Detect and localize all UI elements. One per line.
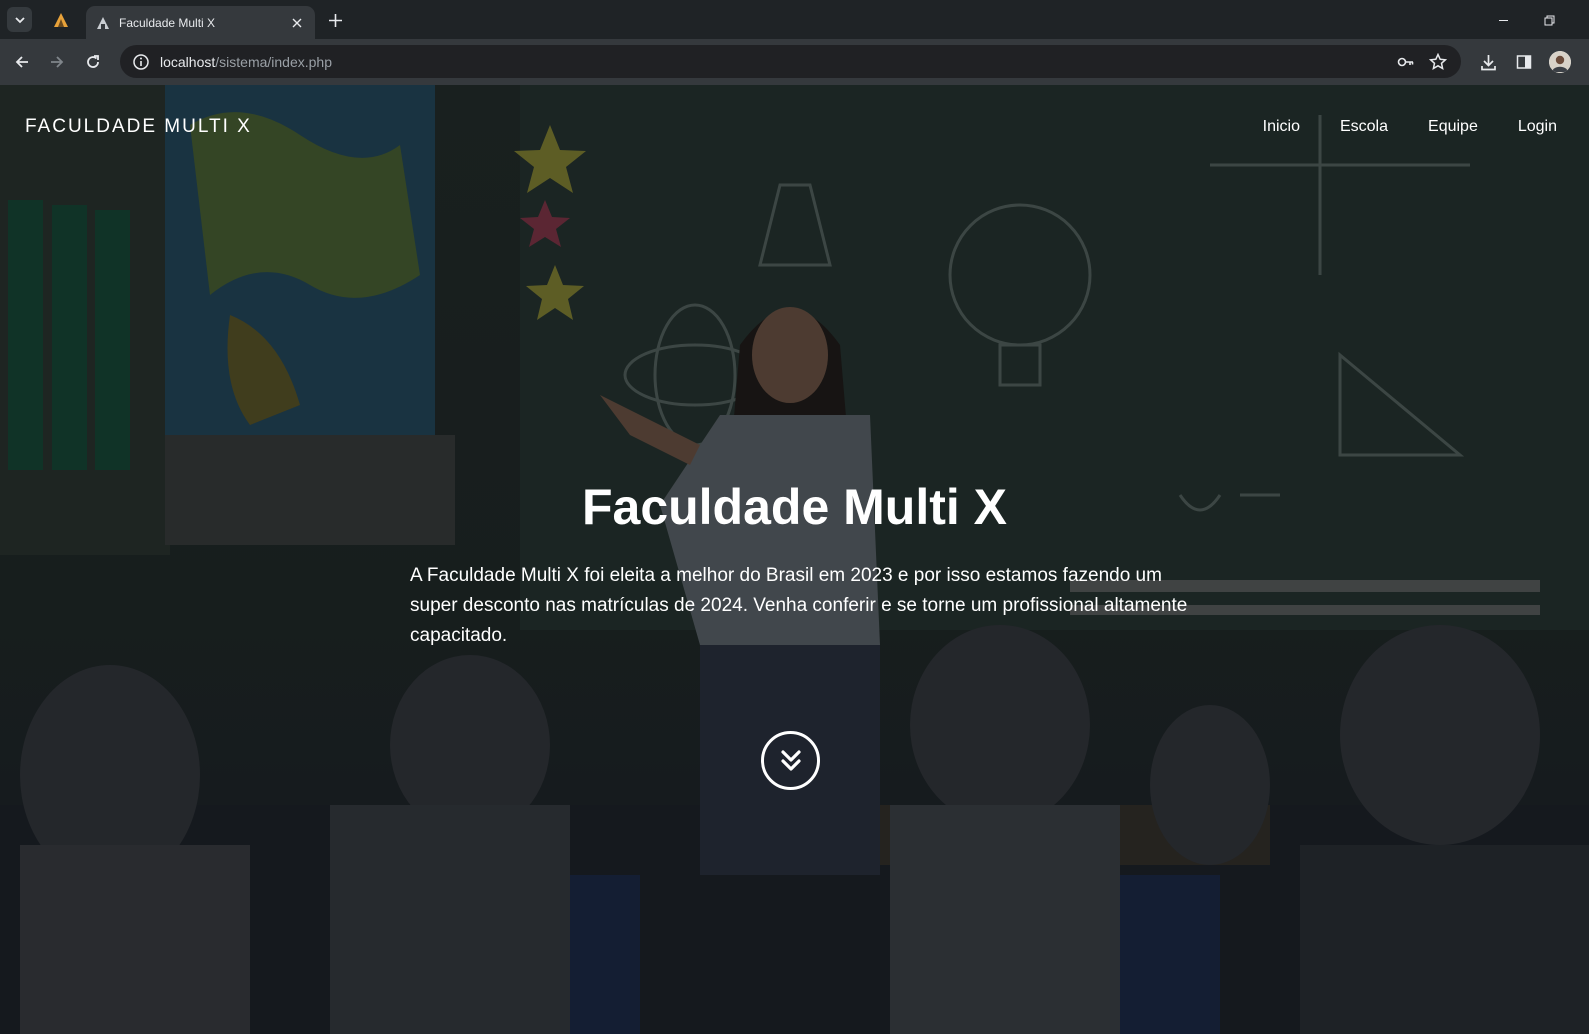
side-panel-icon bbox=[1516, 55, 1532, 69]
pinned-tab[interactable] bbox=[44, 6, 78, 34]
site-nav: Inicio Escola Equipe Login bbox=[1263, 118, 1557, 136]
back-button[interactable] bbox=[11, 51, 33, 73]
arrow-right-icon bbox=[51, 56, 64, 68]
tab-search-button[interactable] bbox=[7, 7, 32, 32]
plus-icon bbox=[328, 13, 342, 27]
address-bar[interactable]: localhost/sistema/index.php bbox=[120, 45, 1461, 78]
downloads-button[interactable] bbox=[1477, 51, 1499, 73]
side-panel-button[interactable] bbox=[1513, 51, 1535, 73]
avatar-icon bbox=[1549, 51, 1571, 73]
forward-button[interactable] bbox=[46, 51, 68, 73]
password-key-icon[interactable] bbox=[1395, 51, 1417, 73]
url-text: localhost/sistema/index.php bbox=[160, 53, 332, 70]
nav-link-login[interactable]: Login bbox=[1518, 118, 1557, 136]
nav-link-inicio[interactable]: Inicio bbox=[1263, 118, 1300, 136]
double-chevron-down-icon bbox=[780, 749, 801, 771]
nav-link-escola[interactable]: Escola bbox=[1340, 118, 1388, 136]
page-hero: FACULDADE MULTI X Inicio Escola Equipe L… bbox=[0, 85, 1589, 1034]
profile-avatar[interactable] bbox=[1549, 51, 1571, 73]
download-icon bbox=[1480, 54, 1496, 70]
pinned-site-icon bbox=[54, 13, 68, 27]
arrow-left-icon bbox=[15, 56, 28, 68]
browser-toolbar: localhost/sistema/index.php bbox=[0, 39, 1589, 85]
reload-icon bbox=[87, 55, 99, 68]
dark-overlay bbox=[0, 85, 1589, 1034]
active-tab[interactable]: Faculdade Multi X bbox=[86, 6, 315, 39]
bookmark-star-icon[interactable] bbox=[1427, 51, 1449, 73]
scroll-down-button[interactable] bbox=[761, 731, 820, 790]
hero-title: Faculdade Multi X bbox=[581, 479, 1008, 535]
minimize-icon bbox=[1498, 19, 1508, 21]
restore-icon bbox=[1544, 15, 1554, 25]
restore-button[interactable] bbox=[1539, 10, 1559, 30]
browser-tab-strip: Faculdade Multi X bbox=[0, 0, 1589, 39]
tab-close-icon[interactable] bbox=[289, 15, 305, 31]
tab-title: Faculdade Multi X bbox=[119, 15, 216, 30]
hero-description: A Faculdade Multi X foi eleita a melhor … bbox=[410, 565, 1188, 646]
minimize-button[interactable] bbox=[1493, 10, 1513, 30]
nav-link-equipe[interactable]: Equipe bbox=[1428, 118, 1478, 136]
site-info-icon[interactable] bbox=[132, 53, 150, 71]
site-favicon-icon bbox=[96, 16, 110, 30]
reload-button[interactable] bbox=[82, 51, 104, 73]
chevron-down-icon bbox=[14, 16, 25, 23]
new-tab-button[interactable] bbox=[325, 10, 345, 30]
site-brand[interactable]: FACULDADE MULTI X bbox=[25, 116, 252, 138]
